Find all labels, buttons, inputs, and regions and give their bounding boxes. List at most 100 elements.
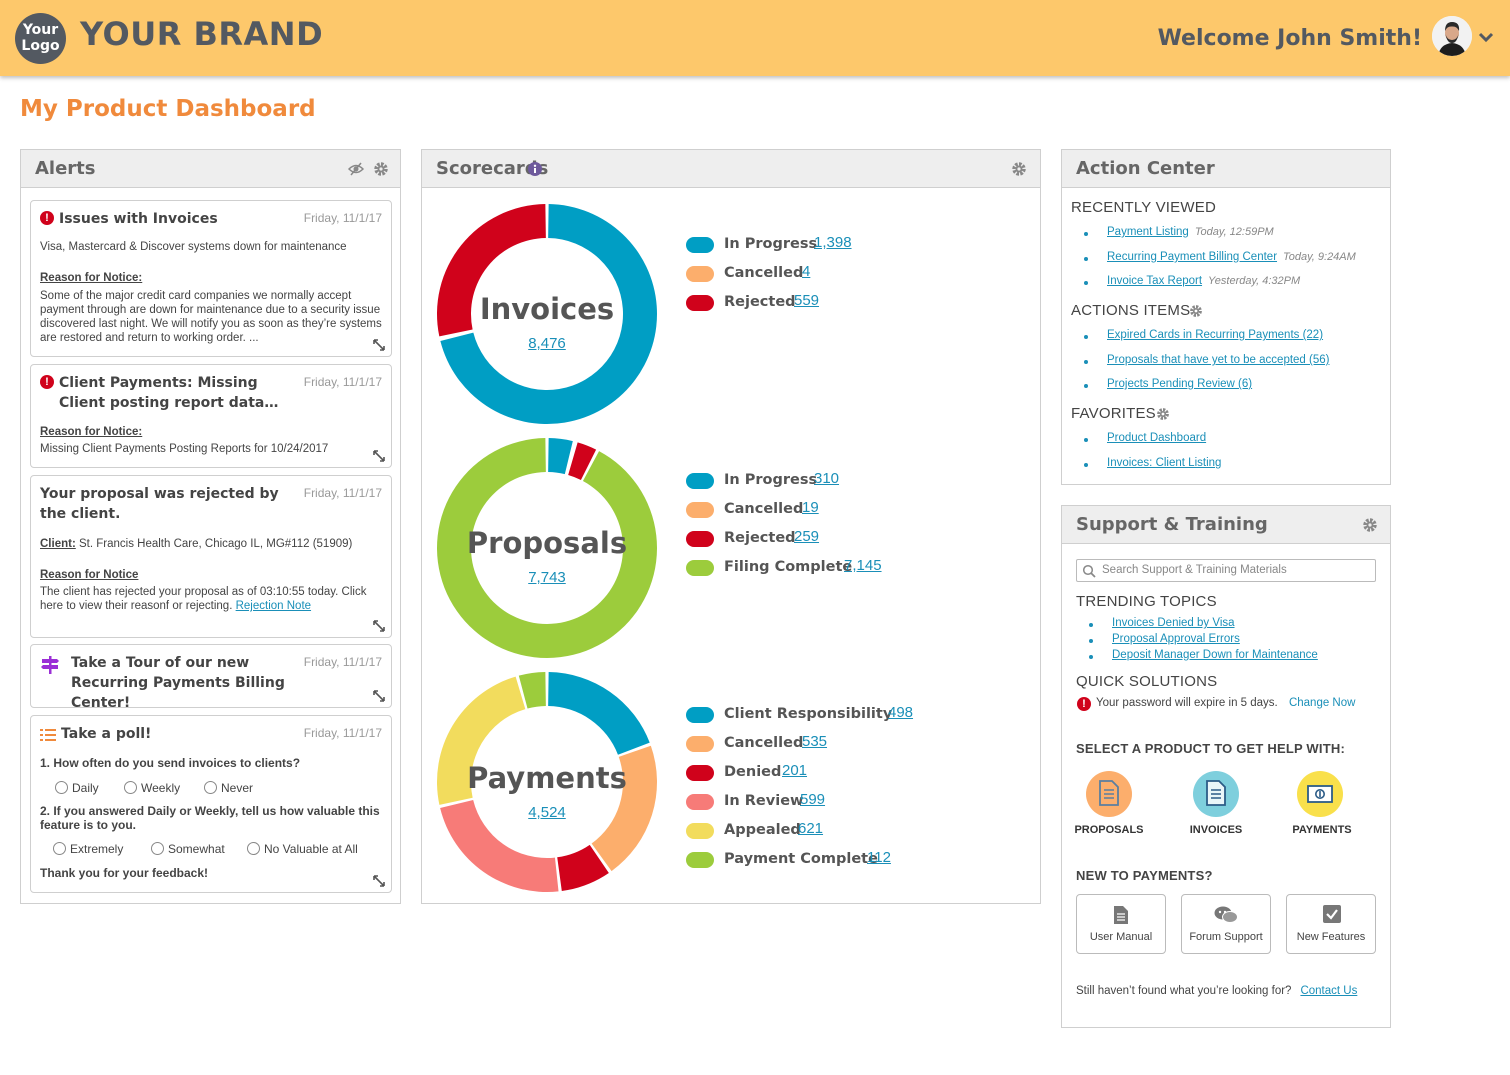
alert-date: Friday, 11/1/17	[303, 726, 382, 740]
top-header: Your Logo YOUR BRAND Welcome John Smith!	[0, 0, 1510, 76]
favorite-link[interactable]: Invoices: Client Listing	[1107, 457, 1221, 469]
info-icon[interactable]	[528, 162, 542, 176]
expand-icon[interactable]	[372, 449, 386, 463]
legend-value-link[interactable]: 599	[800, 791, 825, 808]
alert-title: Take a Tour of our new Recurring Payment…	[71, 655, 285, 711]
legend-label: In Review	[724, 793, 804, 809]
alert-card-tour[interactable]: Take a Tour of our new Recurring Payment…	[30, 644, 392, 711]
radio-daily[interactable]: Daily	[55, 781, 99, 795]
support-title: Support & Training	[1076, 514, 1268, 535]
legend-swatch	[686, 237, 714, 253]
welcome-message: Welcome John Smith!	[1157, 26, 1422, 51]
proposals-product-button[interactable]	[1086, 771, 1132, 817]
legend-swatch	[686, 560, 714, 576]
list-icon	[40, 729, 56, 741]
bullet	[1084, 257, 1088, 261]
legend-value-link[interactable]: 7,145	[844, 557, 882, 574]
product-label: INVOICES	[1189, 824, 1243, 836]
trending-link[interactable]: Deposit Manager Down for Maintenance	[1112, 649, 1318, 661]
alert-card-poll[interactable]: Take a poll! Friday, 11/1/17 1. How ofte…	[30, 715, 392, 893]
bullet	[1084, 438, 1088, 442]
invoices-total-link[interactable]: 8,476	[436, 335, 658, 352]
scorecards-header: Scorecards	[422, 150, 1040, 188]
invoices-product-button[interactable]	[1193, 771, 1239, 817]
trending-heading: TRENDING TOPICS	[1076, 593, 1217, 610]
legend-value-link[interactable]: 535	[802, 733, 827, 750]
document-icon	[1206, 780, 1226, 806]
alerts-title: Alerts	[35, 158, 96, 179]
radio-somewhat[interactable]: Somewhat	[151, 842, 225, 856]
gear-icon[interactable]	[373, 161, 389, 177]
new-features-button[interactable]: New Features	[1286, 894, 1376, 954]
legend-value-link[interactable]: 559	[794, 292, 819, 309]
legend-value-link[interactable]: 112	[867, 849, 891, 866]
user-manual-button[interactable]: User Manual	[1076, 894, 1166, 954]
recently-viewed-heading: RECENTLY VIEWED	[1071, 199, 1216, 216]
alert-date: Friday, 11/1/17	[303, 486, 382, 500]
radio-not-valuable[interactable]: No Valuable at All	[247, 842, 358, 856]
action-center-panel: Action Center RECENTLY VIEWED Payment Li…	[1061, 149, 1391, 485]
action-item-link[interactable]: Projects Pending Review (6)	[1107, 378, 1252, 390]
donut-segment-in-progress[interactable]	[548, 438, 573, 475]
alert-card-client-payments[interactable]: ! Client Payments: Missing Client postin…	[30, 364, 392, 468]
bullet	[1084, 463, 1088, 467]
change-now-link[interactable]: Change Now	[1289, 697, 1355, 709]
user-avatar[interactable]	[1432, 16, 1472, 56]
legend-swatch	[686, 707, 714, 723]
legend-swatch	[686, 531, 714, 547]
radio-extremely[interactable]: Extremely	[53, 842, 123, 856]
expand-icon[interactable]	[372, 874, 386, 888]
radio-weekly[interactable]: Weekly	[124, 781, 180, 795]
trending-link[interactable]: Invoices Denied by Visa	[1112, 617, 1235, 629]
alert-title: Issues with Invoices	[59, 211, 218, 227]
recent-item: Invoice Tax Report Yesterday, 4:32PM	[1107, 275, 1301, 287]
forum-support-button[interactable]: Forum Support	[1181, 894, 1271, 954]
expand-icon[interactable]	[372, 338, 386, 352]
contact-us-link[interactable]: Contact Us	[1300, 985, 1357, 997]
legend-swatch	[686, 502, 714, 518]
legend-value-link[interactable]: 4	[802, 263, 810, 280]
donut-segment-client-responsibility[interactable]	[548, 672, 650, 755]
alert-card-invoices[interactable]: ! Issues with Invoices Friday, 11/1/17 V…	[30, 200, 392, 357]
reason-label: Reason for Notice:	[40, 426, 143, 438]
alert-card-proposal-rejected[interactable]: Your proposal was rejected by the client…	[30, 475, 392, 638]
alerts-panel: Alerts ! Issues with Invoices Friday, 11…	[20, 149, 401, 904]
gear-icon[interactable]	[1011, 161, 1027, 177]
favorite-link[interactable]: Product Dashboard	[1107, 432, 1206, 444]
payments-product-button[interactable]	[1297, 771, 1343, 817]
expand-icon[interactable]	[372, 689, 386, 703]
legend-label: Cancelled	[724, 501, 804, 517]
action-item-link[interactable]: Expired Cards in Recurring Payments (22)	[1107, 329, 1323, 341]
legend-value-link[interactable]: 498	[888, 704, 913, 721]
hide-eye-icon[interactable]	[348, 161, 364, 177]
chevron-down-icon[interactable]	[1478, 30, 1494, 44]
legend-swatch	[686, 736, 714, 752]
page-title: My Product Dashboard	[20, 96, 316, 122]
gear-icon[interactable]	[1189, 304, 1203, 318]
legend-value-link[interactable]: 1,398	[814, 234, 852, 251]
expand-icon[interactable]	[372, 619, 386, 633]
rejection-note-link[interactable]: Rejection Note	[236, 600, 311, 612]
legend-label: In Progress	[724, 236, 818, 252]
legend-value-link[interactable]: 19	[802, 499, 819, 516]
trending-link[interactable]: Proposal Approval Errors	[1112, 633, 1240, 645]
legend-value-link[interactable]: 201	[782, 762, 807, 779]
payments-total-link[interactable]: 4,524	[436, 804, 658, 821]
bullet	[1084, 281, 1088, 285]
legend-value-link[interactable]: 259	[794, 528, 819, 545]
gear-icon[interactable]	[1362, 517, 1378, 533]
error-icon: !	[40, 211, 54, 225]
reason-text: Missing Client Payments Posting Reports …	[40, 443, 329, 455]
gear-icon[interactable]	[1156, 407, 1170, 421]
support-search-input[interactable]: Search Support & Training Materials	[1076, 559, 1376, 582]
legend-value-link[interactable]: 621	[798, 820, 823, 837]
bullet	[1089, 655, 1093, 659]
proposals-total-link[interactable]: 7,743	[436, 569, 658, 586]
action-center-header: Action Center	[1062, 150, 1390, 188]
legend-label: Appealed	[724, 822, 801, 838]
brand-logo[interactable]: Your Logo	[15, 13, 66, 64]
action-item-link[interactable]: Proposals that have yet to be accepted (…	[1107, 354, 1329, 366]
favorites-heading: FAVORITES	[1071, 405, 1156, 422]
radio-never[interactable]: Never	[204, 781, 253, 795]
legend-value-link[interactable]: 310	[814, 470, 839, 487]
